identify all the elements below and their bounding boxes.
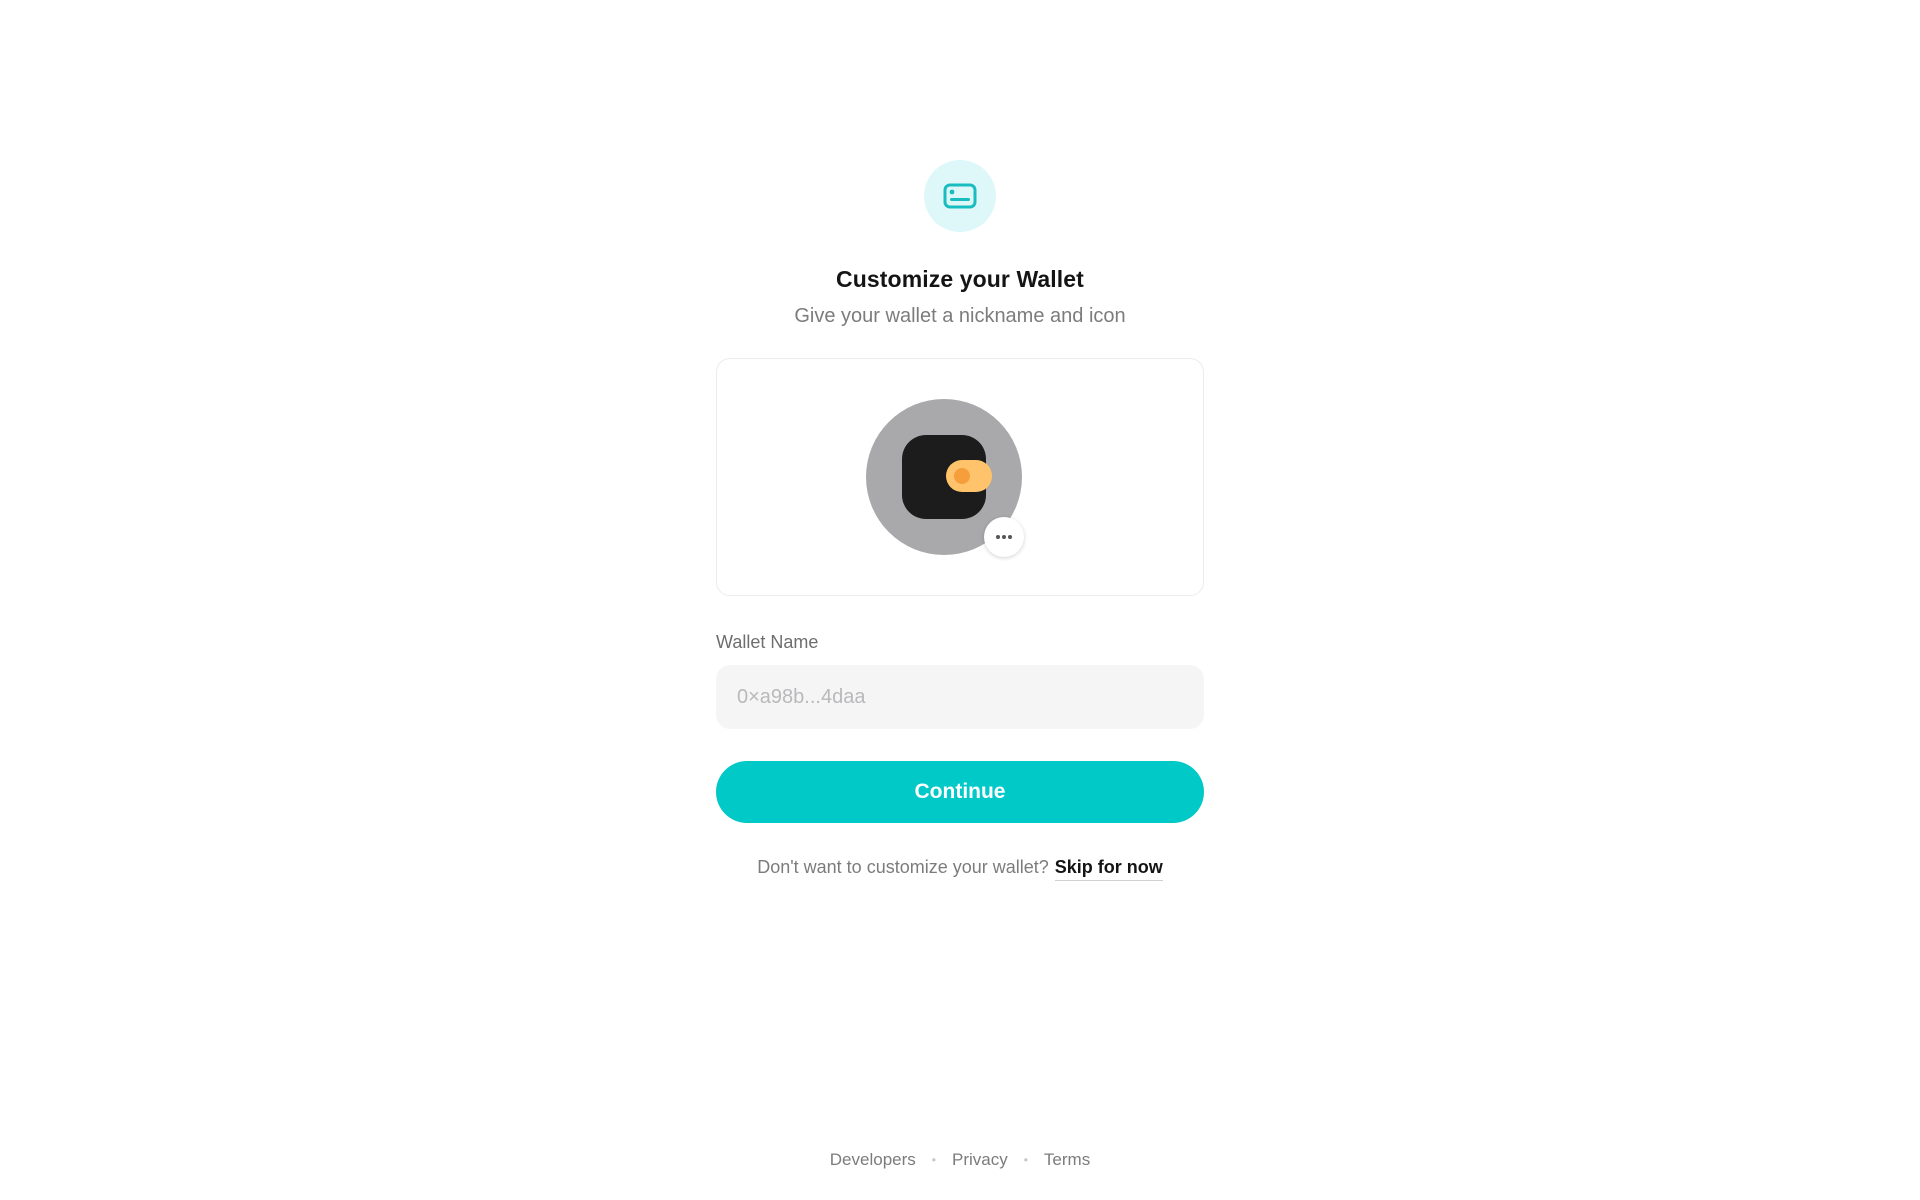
wallet-name-input[interactable] [716, 665, 1204, 729]
skip-prompt: Don't want to customize your wallet? [757, 857, 1049, 877]
footer-link-developers[interactable]: Developers [830, 1150, 916, 1170]
card-icon [943, 183, 977, 209]
main-column: Customize your Wallet Give your wallet a… [716, 0, 1204, 881]
wallet-avatar[interactable] [866, 399, 1024, 557]
icon-picker-card [716, 358, 1204, 596]
continue-button[interactable]: Continue [716, 761, 1204, 823]
wallet-name-label: Wallet Name [716, 632, 819, 652]
skip-row: Don't want to customize your wallet? Ski… [757, 857, 1163, 881]
more-horizontal-icon [996, 535, 1012, 539]
footer-link-privacy[interactable]: Privacy [952, 1150, 1008, 1170]
footer-separator: • [931, 1153, 936, 1167]
customize-wallet-page: Customize your Wallet Give your wallet a… [0, 0, 1920, 1200]
page-title: Customize your Wallet [836, 266, 1084, 292]
skip-for-now-link[interactable]: Skip for now [1054, 857, 1163, 881]
footer: Developers • Privacy • Terms [0, 1150, 1920, 1170]
more-options-button[interactable] [984, 517, 1024, 557]
page-subtitle: Give your wallet a nickname and icon [794, 305, 1126, 327]
footer-link-terms[interactable]: Terms [1044, 1150, 1090, 1170]
wallet-icon [902, 435, 992, 519]
header-badge [924, 160, 996, 232]
footer-separator: • [1023, 1153, 1028, 1167]
